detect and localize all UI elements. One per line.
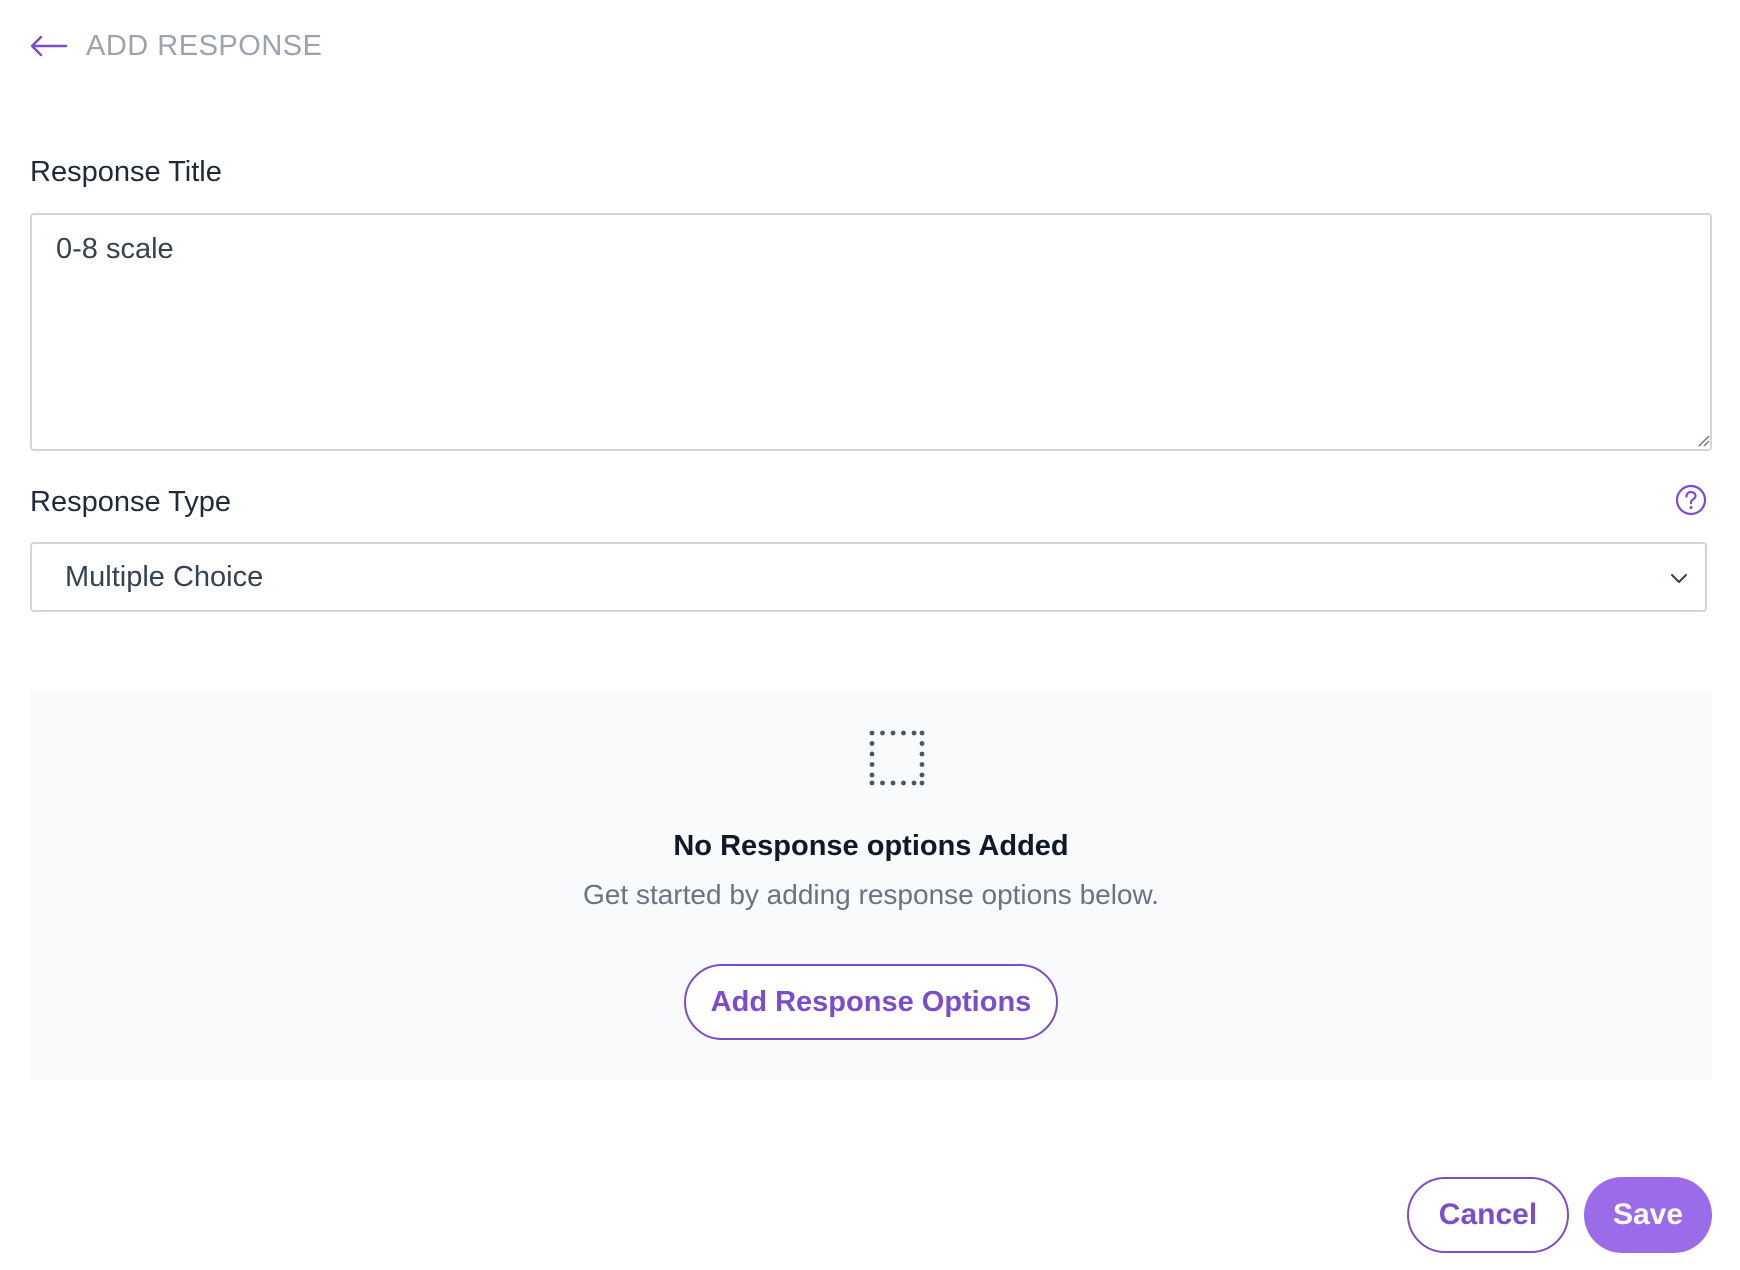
back-button[interactable] bbox=[30, 35, 68, 57]
empty-state-panel: No Response options Added Get started by… bbox=[30, 690, 1712, 1080]
empty-state-title: No Response options Added bbox=[673, 830, 1069, 862]
chevron-down-icon bbox=[1671, 574, 1687, 583]
response-type-value: Multiple Choice bbox=[65, 560, 264, 593]
response-type-select[interactable]: Multiple Choice bbox=[30, 542, 1707, 612]
add-response-page: ADD RESPONSE Response Title Response Typ… bbox=[0, 0, 1740, 1270]
dotted-square-icon bbox=[869, 730, 925, 786]
response-title-label: Response Title bbox=[30, 156, 222, 188]
cancel-button[interactable]: Cancel bbox=[1407, 1177, 1569, 1253]
add-response-options-button[interactable]: Add Response Options bbox=[684, 964, 1058, 1040]
resize-handle-icon[interactable] bbox=[1696, 433, 1710, 447]
page-title: ADD RESPONSE bbox=[86, 29, 323, 62]
page-header: ADD RESPONSE bbox=[30, 26, 322, 66]
arrow-left-icon bbox=[30, 35, 68, 57]
question-circle-icon bbox=[1675, 484, 1707, 516]
help-button[interactable] bbox=[1675, 484, 1707, 516]
save-button[interactable]: Save bbox=[1584, 1177, 1712, 1253]
empty-state-subtitle: Get started by adding response options b… bbox=[583, 879, 1159, 910]
response-title-input[interactable] bbox=[30, 213, 1712, 451]
response-type-label: Response Type bbox=[30, 486, 231, 518]
